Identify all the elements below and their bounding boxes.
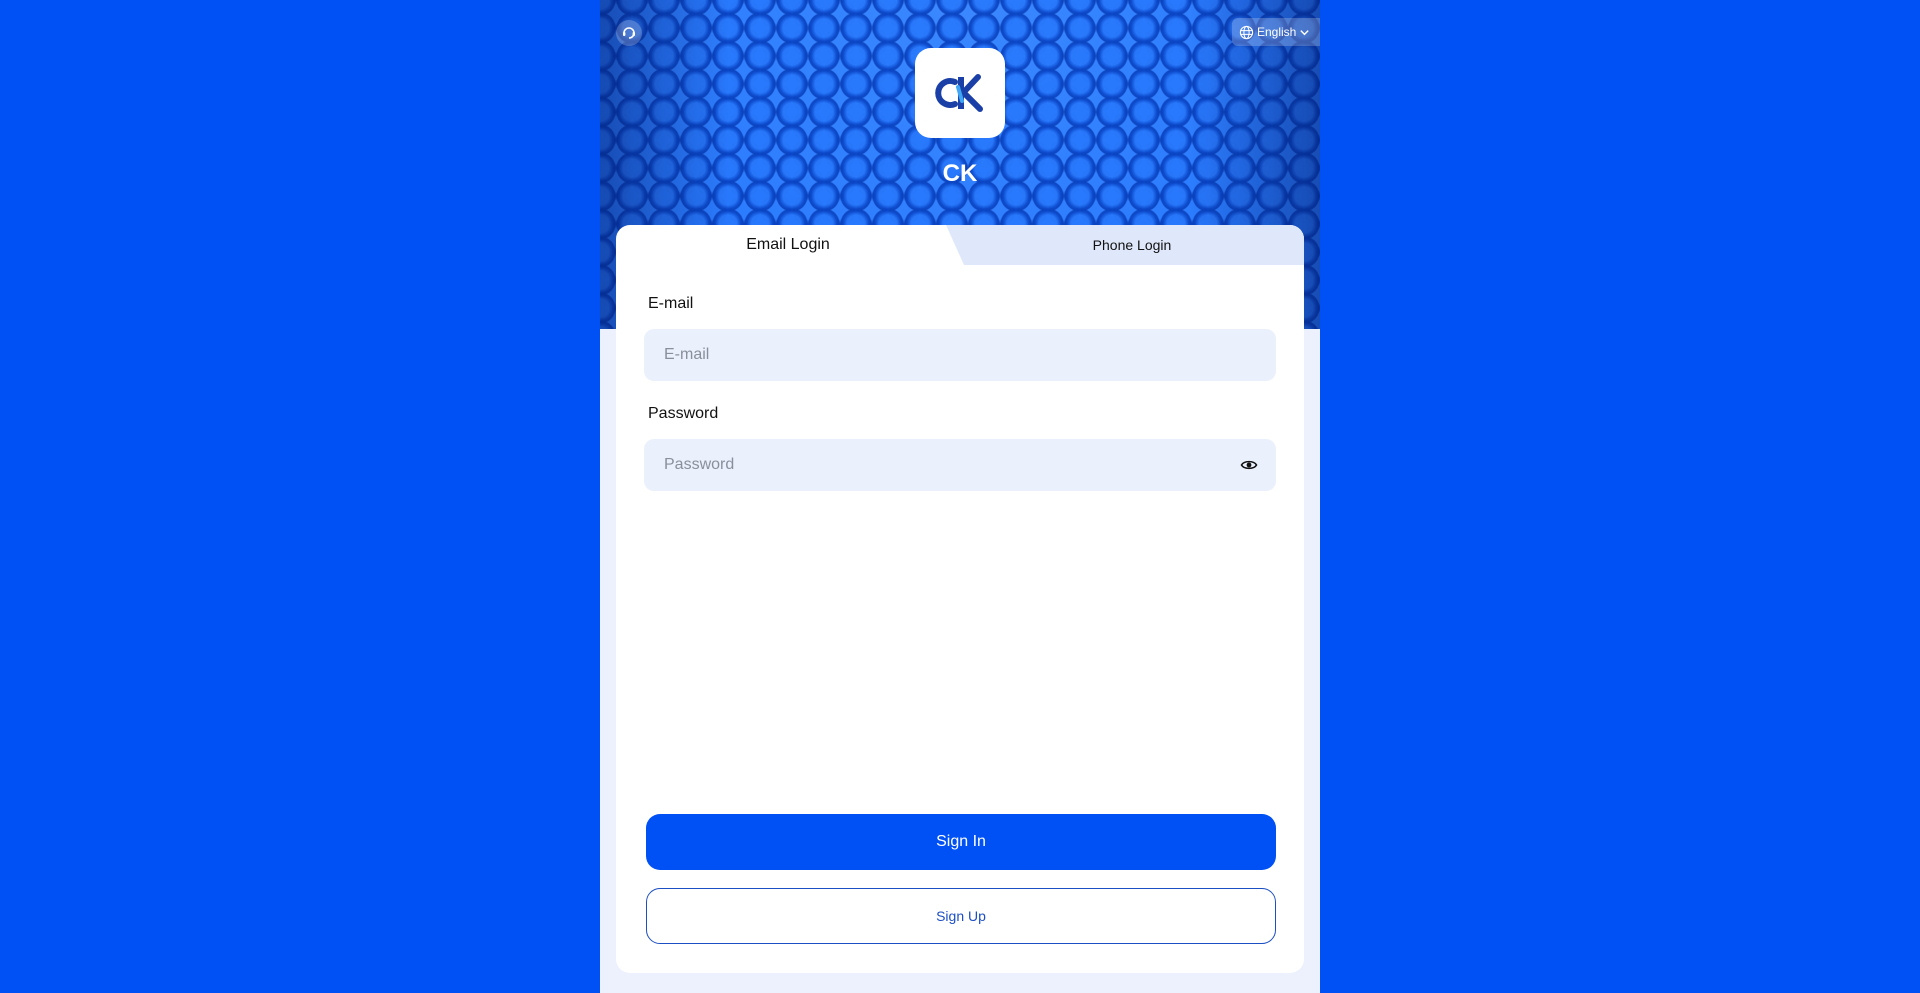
login-card: Email Login Phone Login E-mail Password … xyxy=(616,225,1304,973)
email-field-wrapper xyxy=(644,329,1276,381)
password-label: Password xyxy=(648,405,719,422)
globe-icon xyxy=(1239,25,1254,39)
sign-in-button[interactable]: Sign In xyxy=(646,814,1276,870)
language-selector[interactable]: English xyxy=(1232,18,1320,46)
app-frame: English CK Email Login Phone Login E-mai… xyxy=(600,0,1320,993)
app-logo xyxy=(915,48,1005,138)
chevron-down-icon xyxy=(1300,29,1310,35)
language-label: English xyxy=(1257,25,1297,39)
app-name: CK xyxy=(942,160,978,187)
password-field-wrapper xyxy=(644,439,1276,491)
sign-up-button[interactable]: Sign Up xyxy=(646,888,1276,944)
tab-phone-login[interactable]: Phone Login xyxy=(960,225,1304,265)
password-input[interactable] xyxy=(644,439,1276,491)
headset-refresh-icon xyxy=(623,27,635,39)
tab-email-login[interactable]: Email Login xyxy=(616,225,960,265)
email-label: E-mail xyxy=(648,295,694,312)
eye-icon[interactable] xyxy=(1240,456,1258,474)
support-button[interactable] xyxy=(616,20,642,46)
ck-logo-icon xyxy=(935,74,983,112)
email-input[interactable] xyxy=(644,329,1276,381)
login-tabs: Email Login Phone Login xyxy=(616,225,1304,265)
